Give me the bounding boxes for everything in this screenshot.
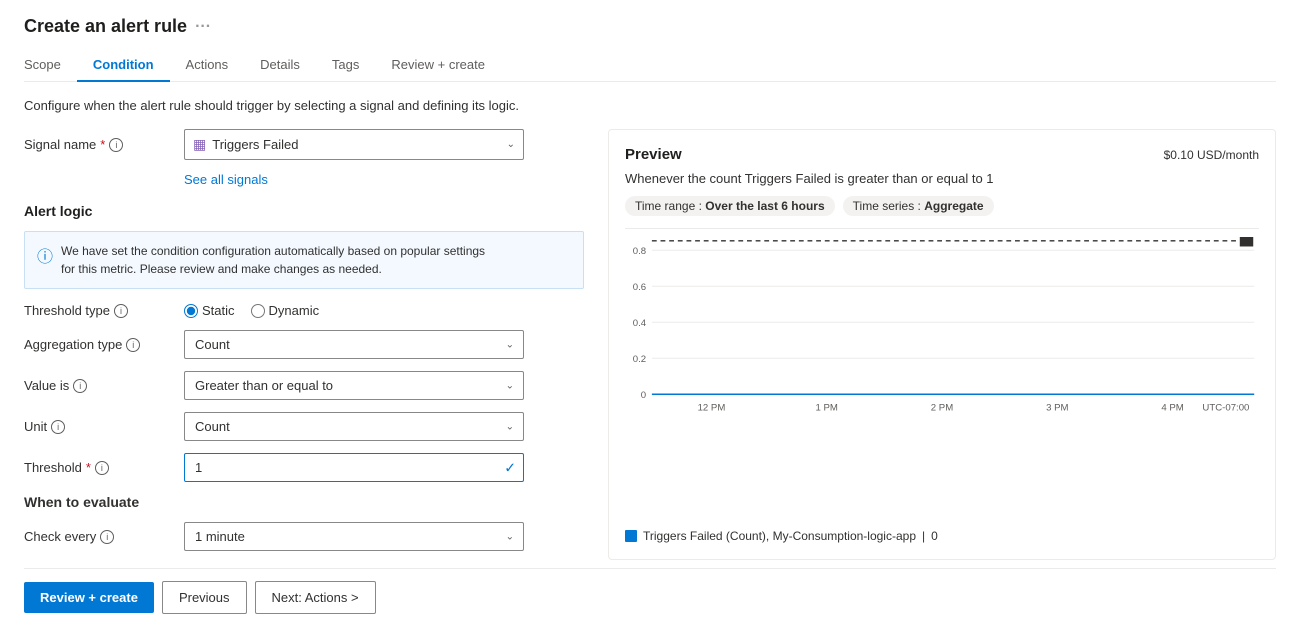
tab-review-create[interactable]: Review + create <box>375 49 501 82</box>
signal-name-label: Signal name <box>24 137 96 152</box>
check-every-label: Check every <box>24 529 96 544</box>
aggregation-type-row: Aggregation type i Count ⌄ <box>24 330 584 359</box>
threshold-type-label: Threshold type <box>24 303 110 318</box>
check-every-row: Check every i 1 minute ⌄ <box>24 522 584 551</box>
threshold-dynamic-option[interactable]: Dynamic <box>251 303 320 318</box>
nav-tabs: Scope Condition Actions Details Tags Rev… <box>24 49 1276 82</box>
unit-row: Unit i Count ⌄ <box>24 412 584 441</box>
value-is-wrapper: Greater than or equal to ⌄ <box>184 371 524 400</box>
svg-text:UTC-07:00: UTC-07:00 <box>1202 402 1249 413</box>
footer: Review + create Previous Next: Actions > <box>24 568 1276 614</box>
preview-chart: 0.8 0.6 0.4 0.2 0 <box>625 237 1259 417</box>
threshold-static-label: Static <box>202 303 235 318</box>
tab-details[interactable]: Details <box>244 49 316 82</box>
preview-title: Preview <box>625 146 682 163</box>
tab-actions[interactable]: Actions <box>170 49 245 82</box>
threshold-row: Threshold * i ✓ <box>24 453 584 482</box>
threshold-type-row: Threshold type i Static Dynamic <box>24 303 584 318</box>
info-banner: ⓘ We have set the condition configuratio… <box>24 231 584 289</box>
threshold-dynamic-label: Dynamic <box>269 303 320 318</box>
preview-tags: Time range : Over the last 6 hours Time … <box>625 196 1259 216</box>
signal-bar-icon: ▦ <box>193 136 206 153</box>
threshold-info-icon[interactable]: i <box>95 461 109 475</box>
legend-separator: | <box>922 529 925 543</box>
previous-button[interactable]: Previous <box>162 581 247 614</box>
chart-area: 0.8 0.6 0.4 0.2 0 <box>625 228 1259 521</box>
threshold-label: Threshold <box>24 460 82 475</box>
preview-cost: $0.10 USD/month <box>1164 148 1259 162</box>
tab-condition[interactable]: Condition <box>77 49 170 82</box>
svg-text:0.4: 0.4 <box>633 318 647 329</box>
value-is-label: Value is <box>24 378 69 393</box>
svg-text:0.6: 0.6 <box>633 282 646 293</box>
preview-time-series-value: Aggregate <box>924 199 983 213</box>
chart-legend: Triggers Failed (Count), My-Consumption-… <box>625 529 1259 543</box>
svg-text:3 PM: 3 PM <box>1046 402 1068 413</box>
aggregation-type-label: Aggregation type <box>24 337 122 352</box>
preview-time-range-label: Time range : <box>635 199 702 213</box>
value-is-info-icon[interactable]: i <box>73 379 87 393</box>
legend-value: 0 <box>931 529 938 543</box>
svg-text:0.2: 0.2 <box>633 354 646 365</box>
aggregation-type-info-icon[interactable]: i <box>126 338 140 352</box>
next-actions-button[interactable]: Next: Actions > <box>255 581 376 614</box>
threshold-input-wrapper: ✓ <box>184 453 524 482</box>
svg-text:0.8: 0.8 <box>633 246 646 257</box>
legend-color-box <box>625 530 637 542</box>
legend-label: Triggers Failed (Count), My-Consumption-… <box>643 529 916 543</box>
svg-text:4 PM: 4 PM <box>1161 402 1183 413</box>
review-create-button[interactable]: Review + create <box>24 582 154 613</box>
tab-tags[interactable]: Tags <box>316 49 375 82</box>
aggregation-type-select[interactable]: Count <box>184 330 524 359</box>
tab-scope[interactable]: Scope <box>24 49 77 82</box>
left-panel: Signal name * i ▦ Triggers Failed ⌄ See … <box>24 129 584 560</box>
threshold-type-info-icon[interactable]: i <box>114 304 128 318</box>
signal-name-value: Triggers Failed <box>212 137 493 152</box>
preview-time-series-tag: Time series : Aggregate <box>843 196 994 216</box>
check-every-select[interactable]: 1 minute <box>184 522 524 551</box>
threshold-static-option[interactable]: Static <box>184 303 235 318</box>
unit-info-icon[interactable]: i <box>51 420 65 434</box>
page-description: Configure when the alert rule should tri… <box>24 98 1276 113</box>
threshold-check-icon: ✓ <box>504 459 516 476</box>
svg-text:0: 0 <box>641 390 646 401</box>
value-is-select[interactable]: Greater than or equal to <box>184 371 524 400</box>
preview-description: Whenever the count Triggers Failed is gr… <box>625 171 1259 186</box>
info-banner-icon: ⓘ <box>37 243 53 267</box>
aggregation-type-wrapper: Count ⌄ <box>184 330 524 359</box>
signal-name-row: Signal name * i ▦ Triggers Failed ⌄ <box>24 129 584 160</box>
signal-chevron-icon: ⌄ <box>507 139 515 150</box>
svg-text:1 PM: 1 PM <box>816 402 838 413</box>
threshold-type-radio-group: Static Dynamic <box>184 303 319 318</box>
signal-name-required: * <box>100 137 105 152</box>
page-title: Create an alert rule <box>24 16 187 37</box>
preview-time-series-label: Time series : <box>853 199 921 213</box>
preview-time-range-value: Over the last 6 hours <box>705 199 824 213</box>
preview-header: Preview $0.10 USD/month <box>625 146 1259 163</box>
alert-logic-title: Alert logic <box>24 203 584 219</box>
check-every-wrapper: 1 minute ⌄ <box>184 522 524 551</box>
info-banner-text: We have set the condition configuration … <box>61 242 485 278</box>
svg-text:2 PM: 2 PM <box>931 402 953 413</box>
check-every-info-icon[interactable]: i <box>100 530 114 544</box>
when-to-evaluate-title: When to evaluate <box>24 494 584 510</box>
signal-name-info-icon[interactable]: i <box>109 138 123 152</box>
signal-name-dropdown[interactable]: ▦ Triggers Failed ⌄ <box>184 129 524 160</box>
value-is-row: Value is i Greater than or equal to ⌄ <box>24 371 584 400</box>
threshold-input[interactable] <box>184 453 524 482</box>
unit-select[interactable]: Count <box>184 412 524 441</box>
preview-panel: Preview $0.10 USD/month Whenever the cou… <box>608 129 1276 560</box>
svg-text:12 PM: 12 PM <box>698 402 726 413</box>
preview-time-range-tag: Time range : Over the last 6 hours <box>625 196 835 216</box>
page-title-dots: ··· <box>195 18 211 36</box>
unit-label: Unit <box>24 419 47 434</box>
unit-wrapper: Count ⌄ <box>184 412 524 441</box>
see-all-signals-link[interactable]: See all signals <box>184 172 584 187</box>
threshold-required: * <box>86 460 91 475</box>
